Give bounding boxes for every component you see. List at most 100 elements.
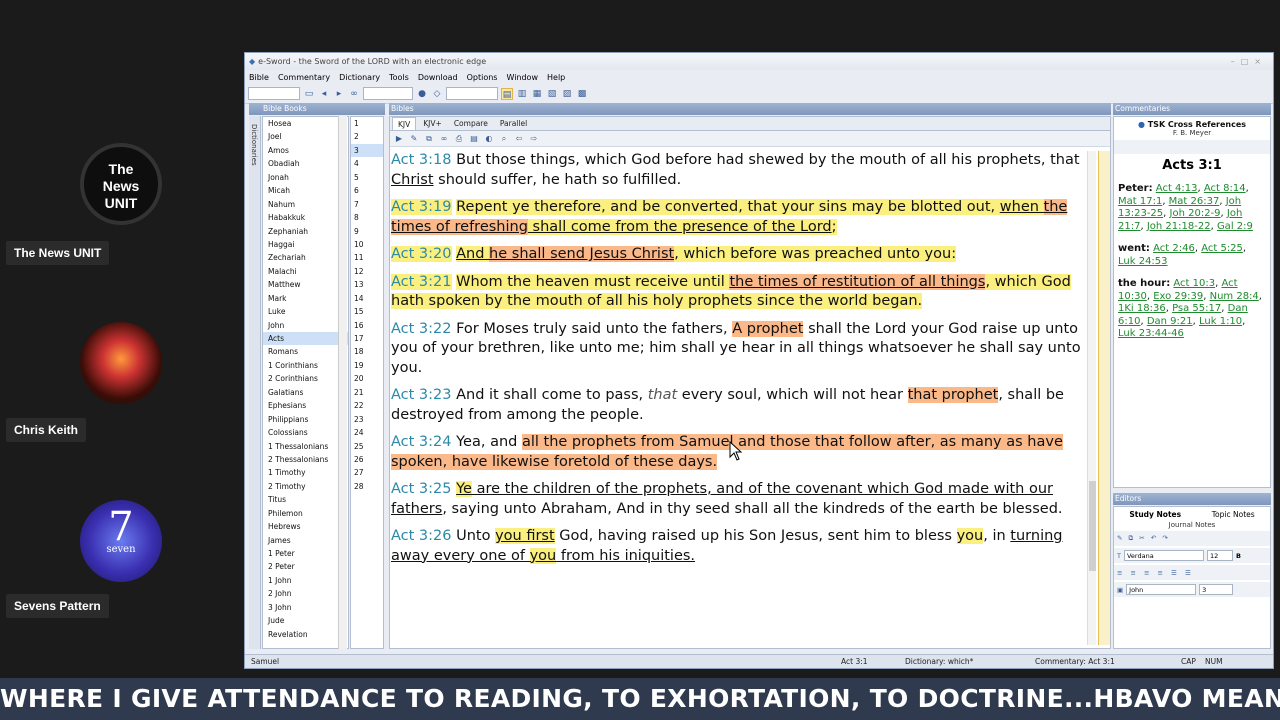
menu-item-options[interactable]: Options (467, 73, 498, 82)
cross-ref-link[interactable]: Mat 26:37 (1169, 196, 1220, 207)
cross-ref-link[interactable]: Mat 17:1 (1118, 196, 1162, 207)
book-item[interactable]: Matthew (263, 278, 348, 291)
chapter-item[interactable]: 19 (351, 359, 383, 372)
book-item[interactable]: 2 Timothy (263, 480, 348, 493)
bible-select[interactable] (248, 87, 300, 100)
chapter-item[interactable]: 11 (351, 251, 383, 264)
book-item[interactable]: Joel (263, 130, 348, 143)
tab-kjv[interactable]: KJV (392, 117, 417, 130)
menu-item-bible[interactable]: Bible (249, 73, 269, 82)
layout3-icon[interactable]: ▦ (531, 88, 543, 100)
chapter-item[interactable]: 7 (351, 198, 383, 211)
edit-icon[interactable]: ✎ (408, 134, 420, 143)
cross-ref-link[interactable]: Joh 21:18-22 (1147, 221, 1211, 232)
align-icons[interactable]: ≡ ≡ ≡ ≡ ☰ ☰ (1117, 569, 1194, 577)
verse-ref[interactable]: Act 3:18 (391, 152, 452, 168)
menu-item-commentary[interactable]: Commentary (278, 73, 330, 82)
cross-ref-link[interactable]: Act 8:14 (1204, 183, 1246, 194)
chapter-item[interactable]: 21 (351, 386, 383, 399)
book-item[interactable]: 2 Thessalonians (263, 453, 348, 466)
grid-icon[interactable]: ▩ (576, 88, 588, 100)
back-icon[interactable]: ◂ (318, 88, 330, 100)
cross-ref-link[interactable]: Act 10:3 (1173, 278, 1215, 289)
cross-ref-link[interactable]: Joh 20:2-9 (1170, 208, 1221, 219)
menu-item-help[interactable]: Help (547, 73, 565, 82)
verse-ref[interactable]: Act 3:25 (391, 481, 452, 497)
editor-book-select[interactable]: John (1126, 584, 1197, 595)
play-icon[interactable]: ▶ (393, 134, 405, 143)
book-item[interactable]: Zephaniah (263, 225, 348, 238)
book-item[interactable]: Philemon (263, 507, 348, 520)
book-item[interactable]: Jonah (263, 171, 348, 184)
cross-ref-link[interactable]: Num 28:4 (1210, 291, 1259, 302)
book-item[interactable]: Mark (263, 292, 348, 305)
cross-ref-link[interactable]: Exo 29:39 (1153, 291, 1203, 302)
chapter-item[interactable]: 27 (351, 466, 383, 479)
commentary-subtitle[interactable]: F. B. Meyer (1114, 129, 1270, 137)
size-select[interactable]: 12 (1206, 550, 1233, 561)
chapter-item[interactable]: 12 (351, 265, 383, 278)
chapter-item[interactable]: 13 (351, 278, 383, 291)
monitor-icon[interactable]: ▭ (303, 88, 315, 100)
book-item[interactable]: Galatians (263, 386, 348, 399)
book-item[interactable]: Acts (263, 332, 348, 346)
highlight-icon[interactable]: ◐ (483, 134, 495, 143)
tab-kjv-plus[interactable]: KJV+ (418, 117, 447, 130)
layout5-icon[interactable]: ▨ (561, 88, 573, 100)
chapter-item[interactable]: 1 (351, 117, 383, 130)
book-item[interactable]: Malachi (263, 265, 348, 278)
nav-forward-icon[interactable]: ⇨ (528, 134, 540, 143)
chapter-item[interactable]: 20 (351, 372, 383, 385)
book-item[interactable]: 1 John (263, 574, 348, 587)
chapter-item[interactable]: 5 (351, 171, 383, 184)
book-item[interactable]: Obadiah (263, 157, 348, 170)
eraser-icon[interactable]: ◇ (431, 88, 443, 100)
search-box[interactable] (363, 87, 413, 100)
book-item[interactable]: 1 Timothy (263, 466, 348, 479)
book-item[interactable]: 2 Peter (263, 560, 348, 573)
chapter-item[interactable]: 17 (351, 332, 383, 345)
cross-ref-link[interactable]: Luk 1:10 (1199, 316, 1242, 327)
book-item[interactable]: Ephesians (263, 399, 348, 412)
chapter-item[interactable]: 4 (351, 157, 383, 170)
book-item[interactable]: Hebrews (263, 520, 348, 533)
zoom-icon[interactable]: ⌕ (498, 134, 510, 144)
tab-parallel[interactable]: Parallel (495, 117, 532, 130)
book-item[interactable]: 3 John (263, 601, 348, 614)
book-item[interactable]: Revelation (263, 628, 348, 641)
font-select[interactable]: Verdana (1123, 550, 1204, 561)
menu-item-tools[interactable]: Tools (389, 73, 409, 82)
chapter-item[interactable]: 2 (351, 130, 383, 143)
verse-ref[interactable]: Act 3:21 (391, 273, 452, 290)
verse-ref[interactable]: Act 3:26 (391, 528, 452, 544)
book-item[interactable]: 2 Corinthians (263, 372, 348, 385)
book-item[interactable]: James (263, 534, 348, 547)
book-item[interactable]: John (263, 319, 348, 332)
chapter-item[interactable]: 8 (351, 211, 383, 224)
save-icon[interactable]: ▣ (1117, 586, 1123, 594)
chapter-item[interactable]: 26 (351, 453, 383, 466)
bible-scroll-thumb[interactable] (1089, 481, 1096, 571)
book-item[interactable]: 2 John (263, 587, 348, 600)
cross-ref-link[interactable]: Luk 23:44-46 (1118, 328, 1184, 339)
cross-ref-link[interactable]: Dan 9:21 (1147, 316, 1193, 327)
book-item[interactable]: Nahum (263, 198, 348, 211)
dictionaries-side-tab[interactable]: Dictionaries (250, 124, 258, 166)
cross-ref-link[interactable]: 1Ki 18:36 (1118, 303, 1166, 314)
editor-tool-icons[interactable]: ✎ ⧉ ✂ ↶ ↷ (1117, 534, 1170, 543)
book-item[interactable]: Luke (263, 305, 348, 318)
editor-chapter-select[interactable]: 3 (1199, 584, 1234, 595)
chapter-item[interactable]: 10 (351, 238, 383, 251)
chapter-item[interactable]: 24 (351, 426, 383, 439)
print-icon[interactable]: ⎙ (453, 134, 465, 144)
verse-ref[interactable]: Act 3:23 (391, 387, 452, 403)
book-item[interactable]: 1 Corinthians (263, 359, 348, 372)
book-item[interactable]: Colossians (263, 426, 348, 439)
window-controls[interactable]: –□× (1231, 57, 1267, 66)
menu-item-download[interactable]: Download (418, 73, 458, 82)
menu-item-dictionary[interactable]: Dictionary (339, 73, 380, 82)
book-item[interactable]: 1 Peter (263, 547, 348, 560)
copy-icon[interactable]: ⧉ (423, 134, 435, 144)
book-item[interactable]: Romans (263, 345, 348, 358)
layout2-icon[interactable]: ▥ (516, 88, 528, 100)
